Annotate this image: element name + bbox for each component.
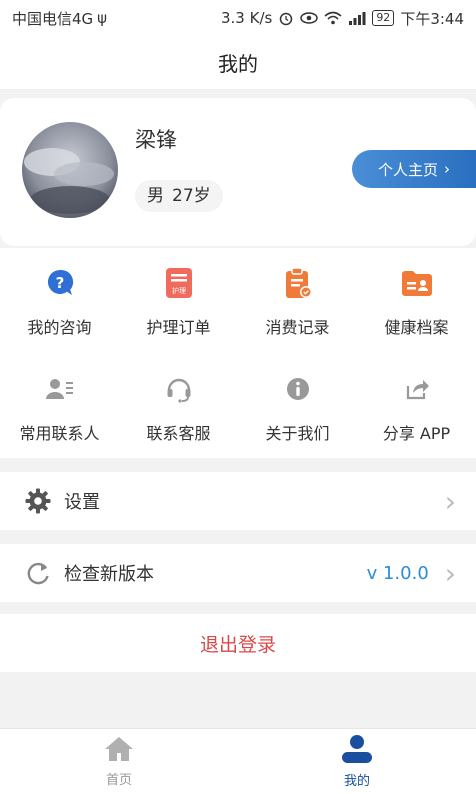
share-icon <box>400 372 434 406</box>
grid-label: 常用联系人 <box>19 424 100 443</box>
grid-label: 我的咨询 <box>27 318 92 337</box>
user-icon <box>342 735 372 763</box>
tab-home[interactable]: 首页 <box>0 729 238 794</box>
nursing-order-icon: 护理 <box>162 266 196 300</box>
grid-item-about[interactable]: 关于我们 <box>238 372 357 444</box>
avatar[interactable] <box>22 122 118 218</box>
user-age: 27岁 <box>172 186 211 206</box>
grid-label: 分享 APP <box>382 424 451 443</box>
grid-label: 护理订单 <box>146 318 211 337</box>
personal-homepage-button[interactable]: 个人主页 › <box>352 150 476 188</box>
grid-item-customer-service[interactable]: 联系客服 <box>119 372 238 444</box>
health-file-icon <box>400 266 434 300</box>
battery-icon: 92 <box>372 10 395 26</box>
user-name: 梁锋 <box>135 128 177 152</box>
settings-row[interactable]: 设置 › <box>0 472 476 530</box>
wifi-icon <box>324 11 342 25</box>
customer-service-icon <box>162 372 196 406</box>
profile-card: 梁锋 男 27岁 个人主页 › <box>0 98 476 246</box>
personal-homepage-label: 个人主页 <box>377 160 438 179</box>
logout-button[interactable]: 退出登录 <box>0 614 476 672</box>
check-version-row[interactable]: 检查新版本 v 1.0.0 › <box>0 544 476 602</box>
tab-home-label: 首页 <box>105 773 132 788</box>
grid-label: 健康档案 <box>384 318 449 337</box>
settings-label: 设置 <box>64 492 100 513</box>
tab-mine-label: 我的 <box>343 774 370 789</box>
consumption-record-icon <box>281 266 315 300</box>
about-icon <box>281 372 315 406</box>
chevron-right-icon: › <box>444 484 456 518</box>
feature-grid: ? 我的咨询 护理 护理订单 消费记录 健康档案 常用联系人 联系客服 关于我们… <box>0 248 476 458</box>
grid-item-contacts[interactable]: 常用联系人 <box>0 372 119 444</box>
status-bar: 中国电信4G ψ 3.3 K/s 92 下午3:44 <box>0 0 476 36</box>
grid-item-share[interactable]: 分享 APP <box>357 372 476 444</box>
check-version-label: 检查新版本 <box>64 564 154 585</box>
status-time: 下午3:44 <box>400 9 464 28</box>
carrier-text: 中国电信4G <box>12 9 94 28</box>
alarm-icon <box>280 12 293 26</box>
svg-text:护理: 护理 <box>172 286 186 295</box>
grid-item-consult[interactable]: ? 我的咨询 <box>0 266 119 338</box>
status-left: 中国电信4G ψ <box>12 8 107 29</box>
page-title: 我的 <box>0 36 476 90</box>
grid-label: 消费记录 <box>265 318 330 337</box>
version-value: v 1.0.0 <box>366 562 429 584</box>
home-icon <box>105 737 133 761</box>
status-right: 3.3 K/s 92 下午3:44 <box>221 8 464 29</box>
chevron-right-icon: › <box>444 556 456 590</box>
eye-icon <box>300 12 319 24</box>
gear-icon <box>22 485 54 517</box>
user-info-badge: 男 27岁 <box>135 180 223 212</box>
tab-mine[interactable]: 我的 <box>238 729 476 794</box>
grid-label: 联系客服 <box>146 424 211 443</box>
grid-label: 关于我们 <box>265 424 330 443</box>
contacts-icon <box>43 372 77 406</box>
grid-item-nursing-order[interactable]: 护理 护理订单 <box>119 266 238 338</box>
grid-item-consumption-record[interactable]: 消费记录 <box>238 266 357 338</box>
refresh-icon <box>22 557 54 589</box>
chevron-right-icon: › <box>444 160 450 178</box>
signal-icon <box>349 12 366 25</box>
network-speed: 3.3 K/s <box>220 9 273 27</box>
user-gender: 男 <box>147 186 164 206</box>
usb-icon: ψ <box>97 9 108 27</box>
bottom-tab-bar: 首页 我的 <box>0 728 476 794</box>
grid-item-health-file[interactable]: 健康档案 <box>357 266 476 338</box>
svg-text:?: ? <box>55 274 64 292</box>
consult-icon: ? <box>43 266 77 300</box>
